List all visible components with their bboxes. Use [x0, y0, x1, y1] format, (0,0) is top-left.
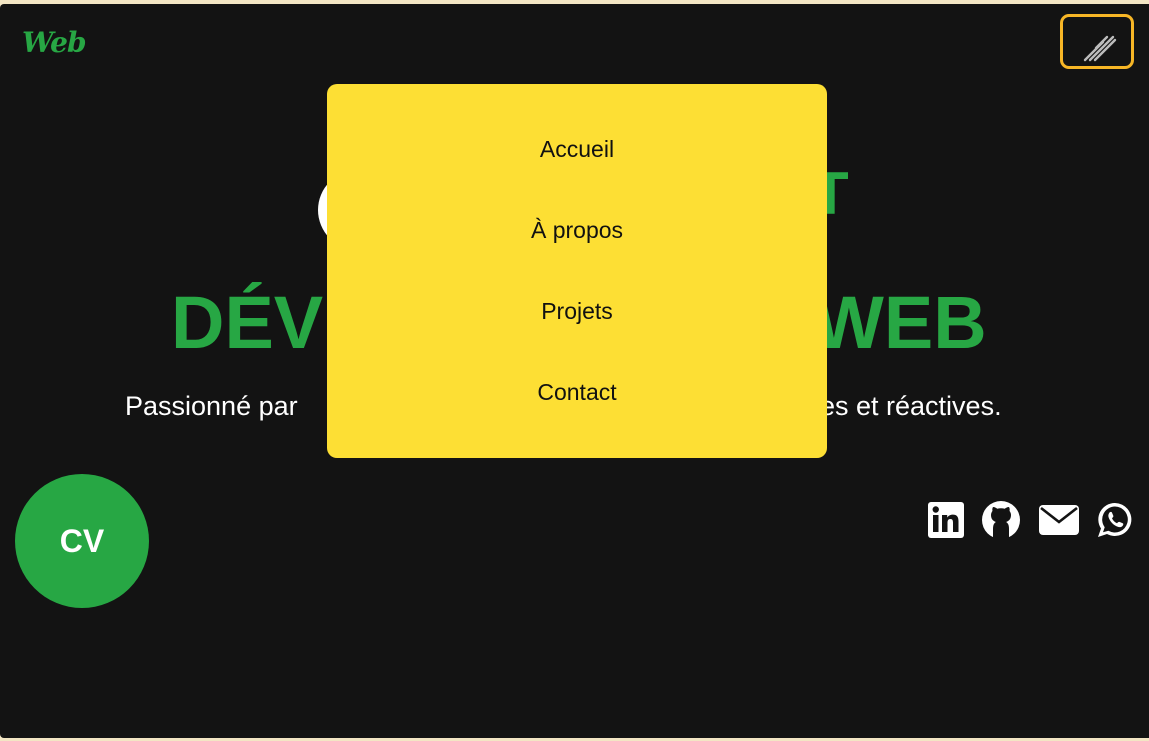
github-icon	[982, 501, 1020, 539]
menu-item-projets[interactable]: Projets	[327, 298, 827, 325]
menu-item-accueil[interactable]: Accueil	[327, 136, 827, 163]
hero-subtitle-right: es et réactives.	[820, 391, 1002, 421]
page-frame: Web T DÉV WEB Passionné par es et réacti…	[0, 4, 1149, 738]
menu-item-contact[interactable]: Contact	[327, 379, 827, 406]
navigation-menu: Accueil À propos Projets Contact	[327, 84, 827, 458]
menu-toggle-button[interactable]	[1060, 14, 1134, 69]
hamburger-icon	[1083, 35, 1117, 62]
github-link[interactable]	[981, 501, 1020, 539]
whatsapp-link[interactable]	[1096, 501, 1134, 539]
cv-button[interactable]: CV	[15, 474, 149, 608]
email-link[interactable]	[1038, 501, 1080, 539]
site-logo[interactable]: Web	[22, 26, 87, 59]
menu-item-a-propos[interactable]: À propos	[327, 217, 827, 244]
linkedin-icon	[928, 502, 964, 538]
linkedin-link[interactable]	[927, 501, 965, 539]
hero-title-left: DÉV	[171, 281, 324, 364]
hero-subtitle-left: Passionné par	[125, 391, 298, 421]
hero-title-right: WEB	[814, 281, 987, 364]
envelope-icon	[1039, 505, 1079, 535]
whatsapp-icon	[1098, 502, 1132, 537]
